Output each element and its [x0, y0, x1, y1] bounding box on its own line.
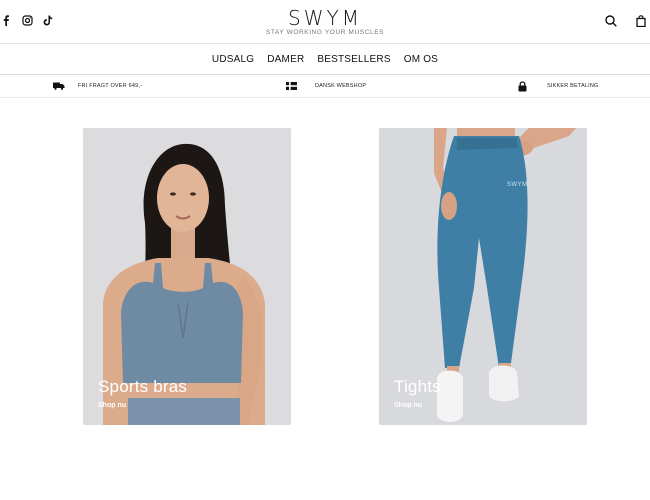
- shop-now-link[interactable]: Shop nu: [98, 402, 126, 409]
- truck-icon: [52, 80, 66, 92]
- usp-secure-payment: SIKKER BETALING: [515, 80, 599, 92]
- site-logo[interactable]: SWYM STAY WORKING YOUR MUSCLES: [0, 8, 650, 36]
- nav-item-damer[interactable]: DAMER: [267, 54, 304, 65]
- shopping-bag-icon[interactable]: [634, 14, 648, 28]
- lock-icon: [515, 80, 529, 92]
- usp-bar: FRI FRAGT OVER 649,- DANSK WEBSHOP SIKKE…: [0, 76, 650, 98]
- usp-text: FRI FRAGT OVER 649,-: [78, 83, 143, 89]
- usp-danish-webshop: DANSK WEBSHOP: [284, 80, 366, 92]
- usp-text: SIKKER BETALING: [547, 83, 599, 89]
- nav-item-bestsellers[interactable]: BESTSELLERS: [317, 54, 390, 65]
- site-header: SWYM STAY WORKING YOUR MUSCLES: [0, 0, 650, 44]
- logo-text: SWYM: [288, 6, 362, 30]
- category-card-tights[interactable]: SWYM Tights Shop nu: [379, 128, 587, 425]
- nav-item-udsalg[interactable]: UDSALG: [212, 54, 254, 65]
- usp-free-shipping: FRI FRAGT OVER 649,-: [52, 80, 142, 92]
- category-card-sports-bras[interactable]: Sports bras Shop nu: [83, 128, 291, 425]
- shop-now-link[interactable]: Shop nu: [394, 402, 422, 409]
- danish-flag-icon: [284, 80, 298, 92]
- header-actions: [604, 14, 648, 28]
- nav-item-om-os[interactable]: OM OS: [404, 54, 438, 65]
- category-title: Sports bras: [98, 377, 188, 396]
- search-icon[interactable]: [604, 14, 618, 28]
- main-navigation: UDSALG DAMER BESTSELLERS OM OS: [0, 44, 650, 75]
- svg-text:SWYM: SWYM: [507, 182, 528, 188]
- usp-text: DANSK WEBSHOP: [315, 83, 367, 89]
- category-title: Tights: [394, 377, 441, 396]
- logo-tagline: STAY WORKING YOUR MUSCLES: [265, 29, 385, 36]
